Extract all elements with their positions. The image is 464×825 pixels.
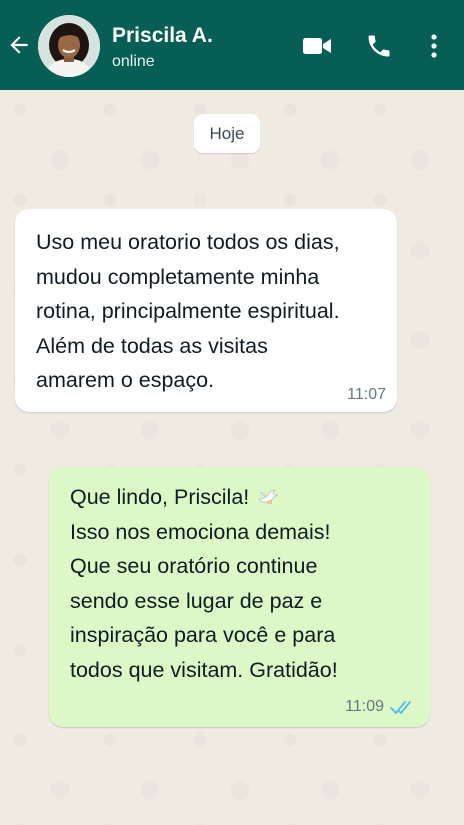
contact-name[interactable]: Priscila A. [112, 24, 213, 48]
more-options-icon[interactable] [424, 32, 444, 60]
message-text: Uso meu oratorio todos os dias, mudou co… [36, 230, 340, 392]
phone-call-icon[interactable] [365, 32, 393, 60]
back-arrow-icon[interactable] [6, 32, 32, 58]
avatar-photo [38, 15, 100, 77]
message-time: 11:07 [347, 386, 386, 403]
contact-status: online [112, 53, 155, 70]
message-time: 11:09 [345, 698, 384, 715]
chat-header: Priscila A. online [0, 0, 464, 90]
message-text-line: Que lindo, Priscila! [70, 485, 250, 509]
date-divider: Hoje [194, 114, 260, 153]
incoming-message-bubble[interactable]: Uso meu oratorio todos os dias, mudou co… [15, 209, 397, 412]
outgoing-message-bubble[interactable]: Que lindo, Priscila! Isso nos emociona d… [49, 467, 430, 727]
video-call-icon[interactable] [302, 34, 332, 58]
avatar[interactable] [38, 15, 100, 77]
message-text: Que lindo, Priscila! Isso nos emociona d… [70, 480, 425, 687]
message-text-rest: Isso nos emociona demais! Que seu oratór… [70, 519, 338, 682]
dove-emoji-icon [258, 489, 279, 505]
read-receipt-icon [390, 701, 411, 714]
